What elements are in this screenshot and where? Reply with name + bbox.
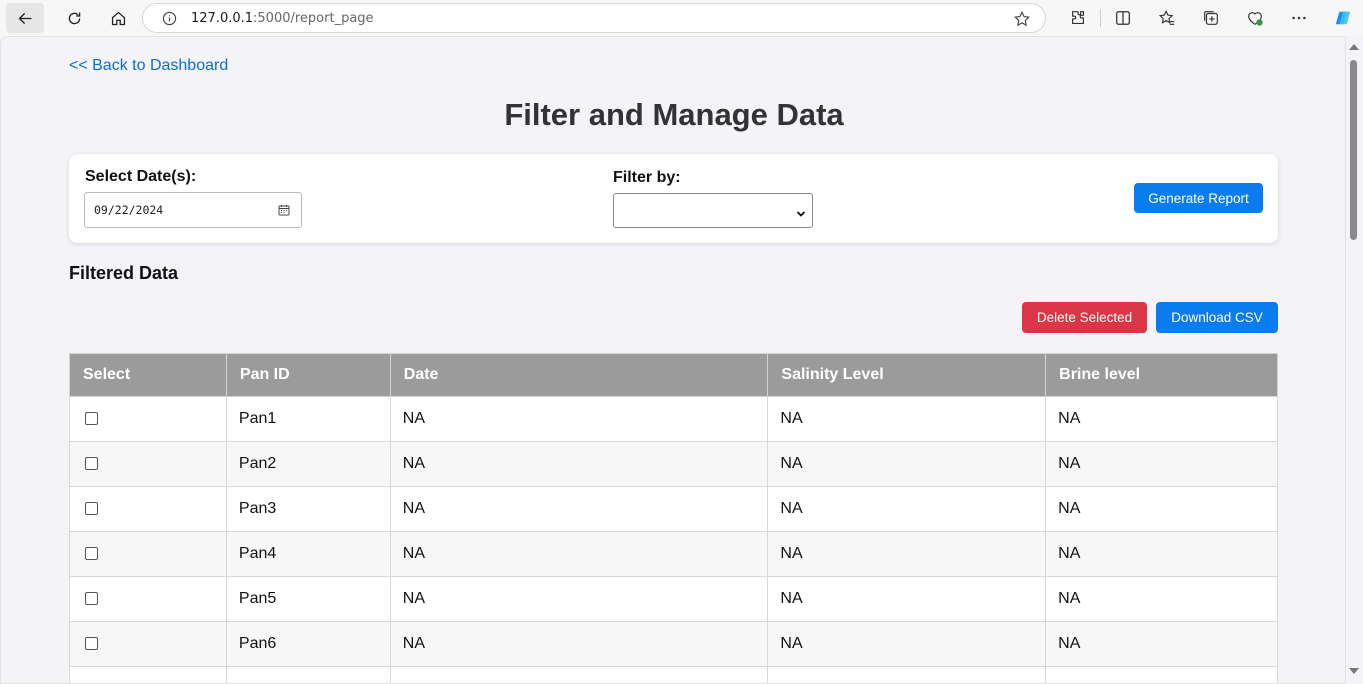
generate-report-button[interactable]: Generate Report bbox=[1134, 183, 1263, 213]
table-row: Pan1 NA NA NA bbox=[69, 396, 1278, 442]
date-cell: NA bbox=[389, 486, 769, 532]
pan-id-cell: Pan4 bbox=[225, 531, 391, 577]
salinity-cell bbox=[767, 666, 1047, 683]
salinity-cell: NA bbox=[767, 531, 1047, 577]
brine-cell: NA bbox=[1045, 531, 1278, 577]
page-title: Filter and Manage Data bbox=[504, 97, 844, 132]
browser-essentials-icon[interactable] bbox=[1233, 3, 1277, 33]
table-row: Pan5 NA NA NA bbox=[69, 576, 1278, 622]
calendar-icon[interactable] bbox=[278, 204, 290, 216]
download-csv-button[interactable]: Download CSV bbox=[1156, 302, 1278, 333]
column-header-salinity: Salinity Level bbox=[767, 353, 1047, 397]
salinity-cell: NA bbox=[767, 441, 1047, 487]
brine-cell: NA bbox=[1045, 576, 1278, 622]
table-header-row: Select Pan ID Date Salinity Level Brine … bbox=[69, 353, 1278, 397]
back-arrow-icon[interactable] bbox=[6, 3, 44, 33]
select-cell bbox=[69, 486, 227, 532]
filter-select[interactable] bbox=[613, 193, 813, 228]
row-checkbox[interactable] bbox=[85, 547, 98, 560]
row-checkbox[interactable] bbox=[85, 592, 98, 605]
chevron-down-icon bbox=[796, 206, 806, 217]
collections-icon[interactable] bbox=[1189, 3, 1233, 33]
page-content: << Back to Dashboard Filter and Manage D… bbox=[0, 36, 1346, 684]
pan-id-cell: Pan1 bbox=[225, 396, 391, 442]
browser-toolbar-icons bbox=[1056, 3, 1363, 33]
salinity-cell: NA bbox=[767, 576, 1047, 622]
column-header-brine: Brine level bbox=[1045, 353, 1278, 397]
brine-cell: NA bbox=[1045, 486, 1278, 532]
row-checkbox[interactable] bbox=[85, 502, 98, 515]
select-cell bbox=[69, 621, 227, 667]
scroll-up-icon[interactable] bbox=[1349, 44, 1359, 50]
delete-selected-button[interactable]: Delete Selected bbox=[1022, 302, 1147, 333]
scroll-down-icon[interactable] bbox=[1349, 668, 1359, 674]
pan-id-cell: Pan5 bbox=[225, 576, 391, 622]
brine-cell: NA bbox=[1045, 441, 1278, 487]
favorites-icon[interactable] bbox=[1145, 3, 1189, 33]
salinity-cell: NA bbox=[767, 486, 1047, 532]
column-header-date: Date bbox=[389, 353, 769, 397]
pan-id-cell bbox=[225, 666, 391, 683]
date-value: 09/22/2024 bbox=[94, 203, 164, 217]
copilot-icon[interactable] bbox=[1321, 3, 1363, 33]
table-row: Pan6 NA NA NA bbox=[69, 621, 1278, 667]
table-row: Pan2 NA NA NA bbox=[69, 441, 1278, 487]
filtered-data-heading: Filtered Data bbox=[69, 263, 179, 283]
pan-id-cell: Pan2 bbox=[225, 441, 391, 487]
refresh-icon[interactable] bbox=[56, 3, 92, 33]
address-bar[interactable]: 127.0.0.1:5000/report_page bbox=[142, 3, 1046, 33]
date-cell: NA bbox=[389, 576, 769, 622]
info-icon[interactable] bbox=[161, 10, 177, 26]
date-input[interactable]: 09/22/2024 bbox=[84, 192, 302, 228]
date-cell: NA bbox=[389, 441, 769, 487]
salinity-cell: NA bbox=[767, 396, 1047, 442]
date-cell: NA bbox=[389, 621, 769, 667]
select-cell bbox=[69, 576, 227, 622]
column-header-select: Select bbox=[69, 353, 227, 397]
salinity-cell: NA bbox=[767, 621, 1047, 667]
brine-cell bbox=[1045, 666, 1278, 683]
select-cell bbox=[69, 441, 227, 487]
data-table: Select Pan ID Date Salinity Level Brine … bbox=[69, 353, 1278, 683]
favorite-star-icon[interactable] bbox=[1013, 10, 1031, 28]
select-cell bbox=[69, 666, 227, 683]
column-header-pan-id: Pan ID bbox=[225, 353, 391, 397]
select-cell bbox=[69, 396, 227, 442]
date-cell: NA bbox=[389, 396, 769, 442]
back-to-dashboard-link[interactable]: << Back to Dashboard bbox=[69, 57, 228, 75]
date-label: Select Date(s): bbox=[85, 168, 197, 185]
url-path: :5000/report_page bbox=[253, 10, 374, 26]
split-screen-icon[interactable] bbox=[1101, 3, 1145, 33]
brine-cell: NA bbox=[1045, 396, 1278, 442]
brine-cell: NA bbox=[1045, 621, 1278, 667]
date-cell bbox=[389, 666, 769, 683]
table-row bbox=[69, 666, 1278, 683]
page-scrollbar[interactable] bbox=[1346, 36, 1363, 684]
more-options-icon[interactable] bbox=[1277, 3, 1321, 33]
date-cell: NA bbox=[389, 531, 769, 577]
table-row: Pan4 NA NA NA bbox=[69, 531, 1278, 577]
pan-id-cell: Pan6 bbox=[225, 621, 391, 667]
url-host: 127.0.0.1 bbox=[191, 10, 254, 26]
filter-card: Select Date(s): 09/22/2024 Filter by: Ge… bbox=[69, 154, 1278, 243]
url-text: 127.0.0.1:5000/report_page bbox=[191, 11, 374, 26]
select-cell bbox=[69, 531, 227, 577]
row-checkbox[interactable] bbox=[85, 457, 98, 470]
scrollbar-thumb[interactable] bbox=[1350, 60, 1357, 240]
table-row: Pan3 NA NA NA bbox=[69, 486, 1278, 532]
filter-label: Filter by: bbox=[613, 169, 681, 186]
row-checkbox[interactable] bbox=[85, 637, 98, 650]
extensions-icon[interactable] bbox=[1056, 3, 1100, 33]
row-checkbox[interactable] bbox=[85, 412, 98, 425]
pan-id-cell: Pan3 bbox=[225, 486, 391, 532]
home-icon[interactable] bbox=[100, 3, 136, 33]
